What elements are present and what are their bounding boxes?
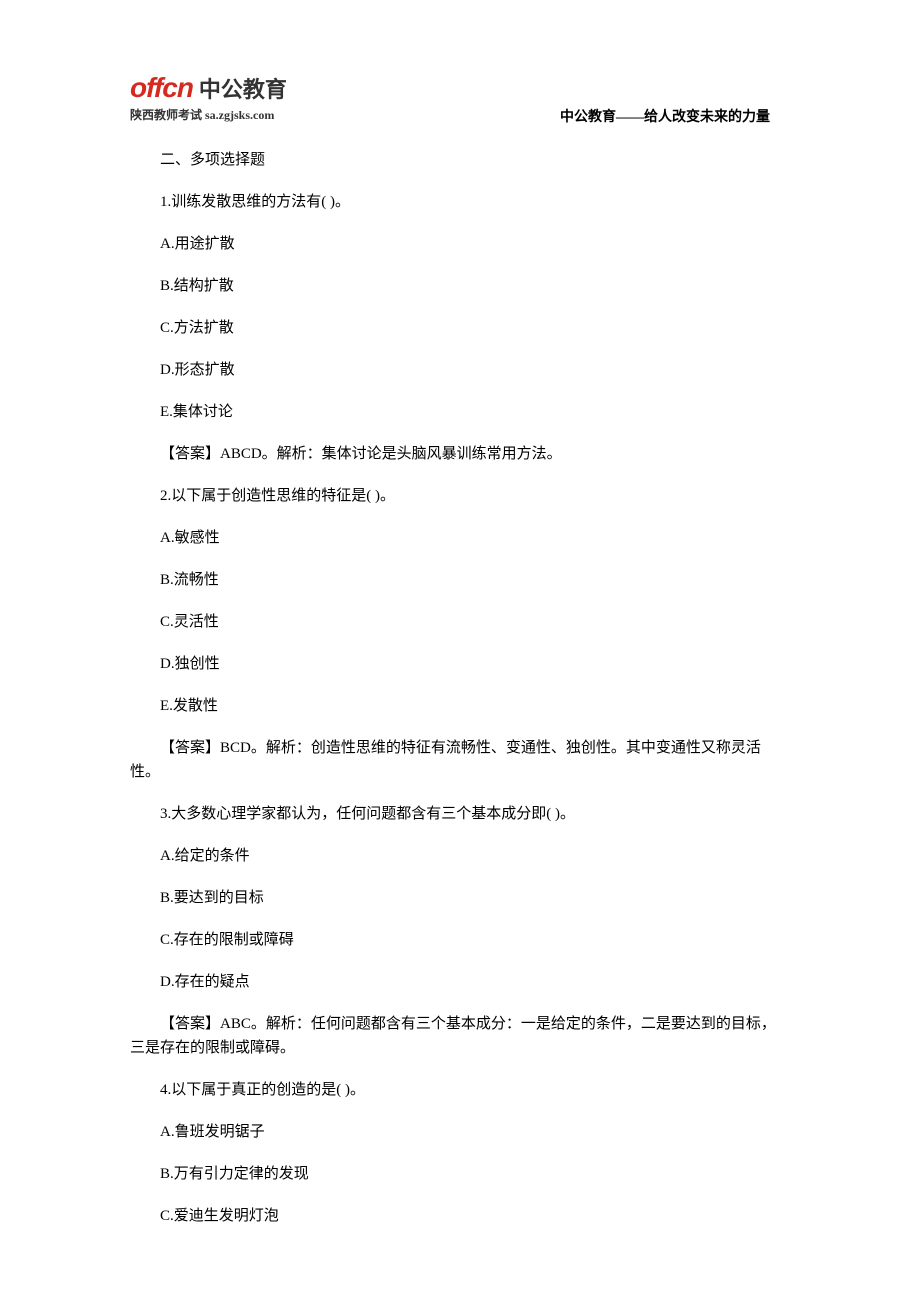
q1-option-d: D.形态扩散 [130, 358, 790, 382]
q3-option-c: C.存在的限制或障碍 [130, 928, 790, 952]
q4-option-a: A.鲁班发明锯子 [130, 1120, 790, 1144]
q1-option-a: A.用途扩散 [130, 232, 790, 256]
logo-chinese: 中公教育 [199, 72, 287, 104]
q2-stem: 2.以下属于创造性思维的特征是( )。 [130, 484, 790, 508]
q1-option-b: B.结构扩散 [130, 274, 790, 298]
q3-answer: 【答案】ABC。解析：任何问题都含有三个基本成分：一是给定的条件，二是要达到的目… [130, 1012, 790, 1060]
q2-option-b: B.流畅性 [130, 568, 790, 592]
q2-option-a: A.敏感性 [130, 526, 790, 550]
q4-stem: 4.以下属于真正的创造的是( )。 [130, 1078, 790, 1102]
header-slogan: 中公教育——给人改变未来的力量 [560, 106, 770, 126]
q2-option-c: C.灵活性 [130, 610, 790, 634]
q2-option-d: D.独创性 [130, 652, 790, 676]
q2-answer: 【答案】BCD。解析：创造性思维的特征有流畅性、变通性、独创性。其中变通性又称灵… [130, 736, 790, 784]
q4-option-c: C.爱迪生发明灯泡 [130, 1204, 790, 1228]
q3-option-b: B.要达到的目标 [130, 886, 790, 910]
document-content: 二、多项选择题 1.训练发散思维的方法有( )。 A.用途扩散 B.结构扩散 C… [130, 148, 790, 1228]
q1-option-c: C.方法扩散 [130, 316, 790, 340]
q3-option-a: A.给定的条件 [130, 844, 790, 868]
logo-main: offcn 中公教育 [130, 72, 287, 104]
q1-stem: 1.训练发散思维的方法有( )。 [130, 190, 790, 214]
page-header: offcn 中公教育 陕西教师考试 sa.zgjsks.com 中公教育——给人… [130, 72, 790, 124]
logo-subtitle: 陕西教师考试 sa.zgjsks.com [130, 106, 287, 123]
q1-answer: 【答案】ABCD。解析：集体讨论是头脑风暴训练常用方法。 [130, 442, 790, 466]
section-title: 二、多项选择题 [130, 148, 790, 172]
document-page: offcn 中公教育 陕西教师考试 sa.zgjsks.com 中公教育——给人… [0, 0, 920, 1306]
q1-option-e: E.集体讨论 [130, 400, 790, 424]
q4-option-b: B.万有引力定律的发现 [130, 1162, 790, 1186]
q2-option-e: E.发散性 [130, 694, 790, 718]
logo-english: offcn [130, 72, 193, 104]
logo-block: offcn 中公教育 陕西教师考试 sa.zgjsks.com [130, 72, 287, 123]
q3-stem: 3.大多数心理学家都认为，任何问题都含有三个基本成分即( )。 [130, 802, 790, 826]
q3-option-d: D.存在的疑点 [130, 970, 790, 994]
